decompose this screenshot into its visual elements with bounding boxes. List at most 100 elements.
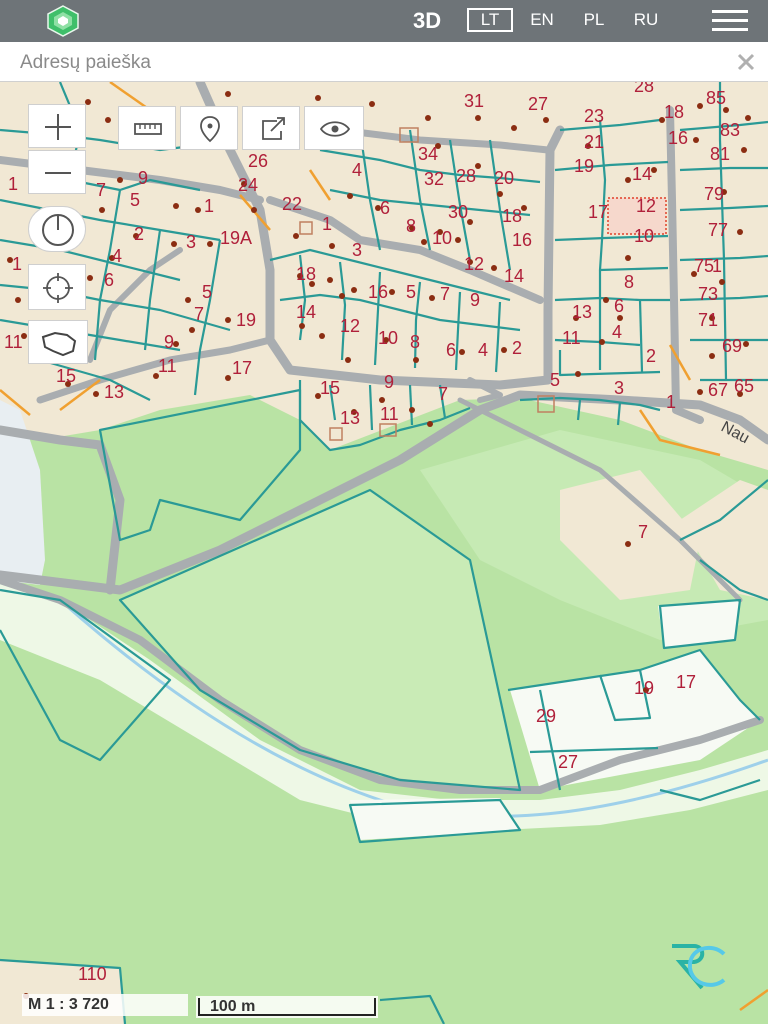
draw-area-button[interactable] (28, 320, 88, 364)
parcel-number-label: 73 (698, 284, 718, 304)
parcel-number-label: 69 (722, 336, 742, 356)
parcel-number-label: 67 (708, 380, 728, 400)
parcel-number-label: 17 (676, 672, 696, 692)
parcel-number-label: 11 (4, 332, 23, 352)
parcel-number-label: 2 (646, 346, 656, 366)
parcel-number-label: 7 (638, 522, 648, 542)
parcel-number-label: 1 (204, 196, 214, 216)
polygon-area-icon (41, 331, 77, 357)
language-pl-button[interactable]: PL (574, 8, 614, 32)
parcel-number-label: 85 (706, 88, 726, 108)
parcel-number-label: 7 (438, 384, 448, 404)
measure-button[interactable] (118, 106, 176, 150)
parcel-number-label: 6 (614, 296, 624, 316)
parcel-number-label: 65 (734, 376, 754, 396)
parcel-number-label: 1 (712, 256, 722, 276)
parcel-number-label: 4 (352, 160, 362, 180)
plus-icon (45, 114, 71, 140)
parcel-number-label: 22 (282, 194, 302, 214)
parcel-number-label: 19A (220, 228, 252, 248)
parcel-number-label: 11 (562, 328, 581, 348)
parcel-number-label: 1 (8, 174, 18, 194)
parcel-number-label: 6 (380, 198, 390, 218)
parcel-number-label: 2 (512, 338, 522, 358)
parcel-number-label: 6 (104, 270, 114, 290)
my-location-button[interactable] (28, 264, 86, 310)
parcel-number-label: 18 (296, 264, 316, 284)
parcel-number-label: 21 (584, 132, 604, 152)
parcel-number-label: 1 (666, 392, 676, 412)
map-view[interactable]: 26 24 22 4 3 1 34 32 28 20 30 18 16 12 14 8 6 10 31 27 23 21 1… (0, 82, 768, 1024)
close-icon[interactable] (734, 50, 758, 74)
parcel-number-label: 3 (352, 240, 362, 260)
parcel-number-label: 9 (138, 168, 148, 188)
parcel-number-label: 13 (104, 382, 124, 402)
parcel-number-label: 24 (238, 175, 258, 195)
parcel-number-label: 1 (12, 254, 22, 274)
visibility-button[interactable] (304, 106, 364, 150)
parcel-number-label: 83 (720, 120, 740, 140)
parcel-number-label: 8 (410, 332, 420, 352)
parcel-number-label: 4 (478, 340, 488, 360)
parcel-number-label: 79 (704, 184, 724, 204)
zoom-in-button[interactable] (28, 104, 86, 148)
address-search-bar (0, 42, 768, 82)
parcel-number-label: 71 (698, 310, 718, 330)
parcel-number-label: 27 (558, 752, 578, 772)
parcel-number-label: 15 (56, 366, 76, 386)
parcel-number-label: 17 (232, 358, 252, 378)
parcel-number-label: 28 (456, 166, 476, 186)
parcel-number-label: 12 (340, 316, 360, 336)
parcel-number-label: 81 (710, 144, 730, 164)
crosshair-icon (43, 273, 73, 303)
parcel-number-label: 13 (340, 408, 360, 428)
parcel-number-label: 17 (588, 202, 608, 222)
parcel-number-label: 110 (78, 964, 107, 984)
parcel-number-label: 29 (536, 706, 556, 726)
parcel-number-label: 14 (504, 266, 524, 286)
parcel-number-label: 5 (130, 190, 140, 210)
parcel-number-label: 20 (494, 168, 514, 188)
parcel-number-label: 3 (614, 378, 624, 398)
3d-mode-button[interactable]: 3D (413, 8, 441, 34)
parcel-number-label: 28 (634, 82, 654, 96)
parcel-number-label: 11 (158, 356, 177, 376)
parcel-number-label: 7 (440, 284, 450, 304)
parcel-number-label: 3 (186, 232, 196, 252)
scale-distance: 100 m (210, 998, 256, 1015)
parcel-number-label: 8 (406, 216, 416, 236)
share-button[interactable] (242, 106, 300, 150)
top-bar: 3D LT EN PL RU (0, 0, 768, 42)
parcel-number-label: 77 (708, 220, 728, 240)
parcel-number-label: 7 (194, 304, 204, 324)
menu-hamburger-icon[interactable] (712, 10, 748, 32)
parcel-number-label: 9 (384, 372, 394, 392)
share-icon (262, 117, 285, 140)
parcel-number-label: 7 (96, 180, 106, 200)
parcel-number-label: 19 (236, 310, 256, 330)
map-canvas[interactable]: 2624224313432 28 2030 18161214861031 2723211… (0, 82, 768, 1024)
parcel-number-label: 18 (664, 102, 684, 122)
parcel-number-label: 32 (424, 169, 444, 189)
compass-reset-button[interactable] (28, 206, 86, 252)
minus-icon (45, 172, 71, 174)
zoom-out-button[interactable] (28, 150, 86, 194)
parcel-number-label: 5 (202, 282, 212, 302)
parcel-number-label: 4 (612, 322, 622, 342)
language-ru-button[interactable]: RU (626, 8, 666, 32)
language-lt-button[interactable]: LT (467, 8, 513, 32)
language-en-button[interactable]: EN (522, 8, 562, 32)
eye-icon (319, 121, 351, 137)
logo-icon[interactable] (40, 4, 86, 38)
parcel-number-label: 26 (248, 151, 268, 171)
parcel-number-label: 14 (296, 302, 316, 322)
parcel-number-label: 10 (432, 228, 452, 248)
parcel-number-label: 12 (464, 254, 484, 274)
scale-ratio: M 1 : 3 720 (22, 994, 188, 1016)
parcel-number-label: 19 (574, 156, 594, 176)
scale-bar: 100 m (196, 996, 378, 1018)
ruler-icon (134, 123, 162, 135)
compass-icon (42, 214, 74, 246)
place-marker-button[interactable] (180, 106, 238, 150)
address-search-input[interactable] (18, 48, 722, 78)
